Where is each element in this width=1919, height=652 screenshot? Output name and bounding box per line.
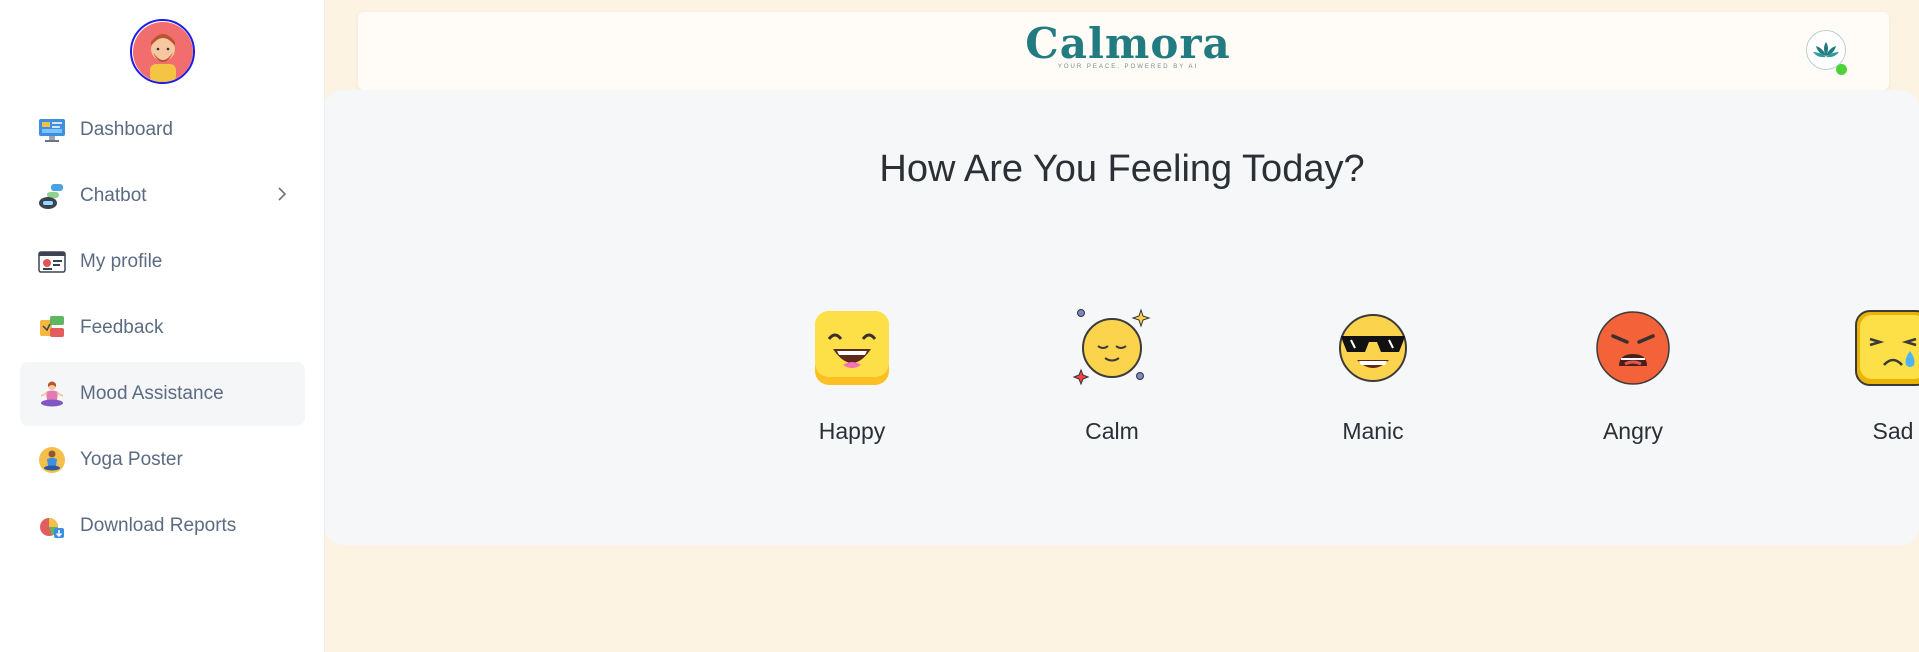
mood-option-sad[interactable]: Sad [1818,308,1919,445]
sidebar-item-chatbot[interactable]: Chatbot [20,164,305,228]
angry-emoji-icon[interactable] [1593,308,1673,388]
mood-label: Angry [1602,418,1664,444]
chatbot-icon [38,182,66,210]
sidebar-item-dashboard[interactable]: Dashboard [20,98,305,162]
sidebar-item-label: Download Reports [80,515,237,536]
reports-chart-icon [38,512,66,540]
brand-logo[interactable]: Calmora YOUR PEACE, POWERED BY AI [1008,19,1248,71]
mood-option-calm[interactable]: Calm [1037,308,1187,445]
sidebar-item-label: My profile [80,251,163,272]
mood-option-happy[interactable]: Happy [777,308,927,445]
mood-option-angry[interactable]: Angry [1558,308,1708,445]
sidebar-nav: Dashboard Chatbot My profile Feedback Mo… [20,98,305,560]
sidebar-item-label: Yoga Poster [80,449,183,470]
sidebar: Dashboard Chatbot My profile Feedback Mo… [0,0,325,652]
dashboard-monitor-icon [38,116,66,144]
chevron-right-icon[interactable] [277,186,287,207]
mood-panel: How Are You Feeling Today? Happy Calm Ma… [325,90,1919,545]
lotus-icon [1813,42,1839,58]
sidebar-item-label: Chatbot [80,185,147,206]
mood-label: Sad [1872,418,1914,444]
mood-label: Calm [1085,418,1139,444]
user-avatar-icon [132,21,193,82]
sidebar-item-feedback[interactable]: Feedback [20,296,305,360]
meditation-icon [38,380,66,408]
top-header: Calmora YOUR PEACE, POWERED BY AI [358,12,1889,90]
avatar[interactable] [130,19,195,84]
feedback-icon [38,314,66,342]
sidebar-item-label: Dashboard [80,119,173,140]
mood-option-manic[interactable]: Manic [1298,308,1448,445]
sidebar-item-label: Feedback [80,317,164,338]
profile-card-icon [38,248,66,276]
happy-emoji-icon[interactable] [812,308,892,388]
yoga-icon [38,446,66,474]
page-title: How Are You Feeling Today? [879,148,1365,190]
online-status-dot [1836,64,1847,75]
mood-label: Manic [1342,418,1404,444]
sidebar-item-mood-assistance[interactable]: Mood Assistance [20,362,305,426]
brand-name: Calmora [1025,19,1231,68]
sidebar-item-label: Mood Assistance [80,383,224,404]
sidebar-item-my-profile[interactable]: My profile [20,230,305,294]
sad-emoji-icon[interactable] [1853,308,1919,388]
mood-label: Happy [818,418,886,444]
lotus-profile-button[interactable] [1806,30,1847,75]
calm-emoji-icon[interactable] [1072,308,1152,388]
manic-sunglasses-emoji-icon[interactable] [1333,308,1413,388]
sidebar-item-download-reports[interactable]: Download Reports [20,494,305,558]
sidebar-item-yoga-poster[interactable]: Yoga Poster [20,428,305,492]
